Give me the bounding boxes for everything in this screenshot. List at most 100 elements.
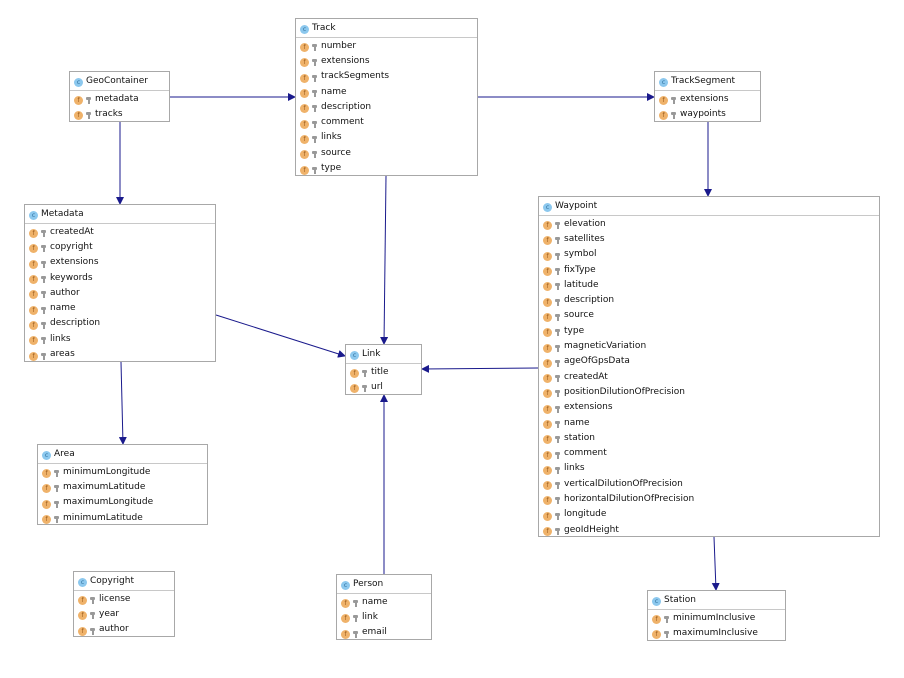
field-row[interactable]: f horizontalDilutionOfPrecision	[539, 491, 879, 506]
field-row[interactable]: f maximumInclusive	[648, 625, 785, 640]
field-row[interactable]: f links	[25, 331, 215, 346]
field-name: minimumInclusive	[673, 612, 756, 623]
field-icon: f	[300, 43, 309, 53]
field-row[interactable]: f author	[25, 285, 215, 300]
field-row[interactable]: f year	[74, 606, 174, 621]
field-row[interactable]: f waypoints	[655, 106, 760, 121]
class-person[interactable]: c Person f name f link f email	[336, 574, 432, 640]
field-row[interactable]: f title	[346, 364, 421, 379]
class-waypoint[interactable]: c Waypoint f elevation f satellites f symbol f fi…	[538, 196, 880, 537]
class-name: Metadata	[41, 209, 84, 219]
field-row[interactable]: f name	[539, 415, 879, 430]
field-row[interactable]: f name	[25, 300, 215, 315]
field-row[interactable]: f source	[296, 145, 477, 160]
field-row[interactable]: f symbol	[539, 247, 879, 262]
key-icon	[555, 375, 560, 383]
field-row[interactable]: f createdAt	[25, 224, 215, 239]
field-name: geoIdHeight	[564, 524, 619, 535]
field-icon: f	[341, 629, 350, 639]
field-name: links	[564, 463, 585, 474]
class-copyright[interactable]: c Copyright f license f year f author	[73, 571, 175, 637]
key-icon	[555, 405, 560, 413]
field-row[interactable]: f trackSegments	[296, 69, 477, 84]
class-metadata[interactable]: c Metadata f createdAt f copyright f extensions…	[24, 204, 216, 362]
field-row[interactable]: f minimumLatitude	[38, 510, 207, 525]
field-row[interactable]: f comment	[296, 114, 477, 129]
field-row[interactable]: f createdAt	[539, 369, 879, 384]
class-header: c Link	[346, 345, 421, 364]
field-name: minimumLongitude	[63, 466, 151, 477]
class-geocontainer[interactable]: c GeoContainer f metadata f tracks	[69, 71, 170, 122]
class-header: c Waypoint	[539, 197, 879, 216]
field-row[interactable]: f elevation	[539, 216, 879, 231]
field-row[interactable]: f magneticVariation	[539, 338, 879, 353]
field-row[interactable]: f type	[539, 323, 879, 338]
field-icon: f	[543, 450, 552, 460]
field-name: comment	[564, 448, 607, 459]
field-row[interactable]: f links	[539, 461, 879, 476]
field-row[interactable]: f description	[296, 99, 477, 114]
field-row[interactable]: f geoIdHeight	[539, 522, 879, 537]
field-row[interactable]: f extensions	[539, 400, 879, 415]
field-row[interactable]: f station	[539, 430, 879, 445]
field-name: name	[50, 303, 76, 314]
field-name: year	[99, 608, 120, 619]
field-row[interactable]: f comment	[539, 445, 879, 460]
field-row[interactable]: f verticalDilutionOfPrecision	[539, 476, 879, 491]
field-row[interactable]: f link	[337, 609, 431, 624]
field-row[interactable]: f email	[337, 625, 431, 640]
field-row[interactable]: f name	[337, 594, 431, 609]
field-row[interactable]: f positionDilutionOfPrecision	[539, 384, 879, 399]
field-row[interactable]: f maximumLatitude	[38, 479, 207, 494]
field-row[interactable]: f author	[74, 622, 174, 637]
field-row[interactable]: f extensions	[25, 255, 215, 270]
field-row[interactable]: f areas	[25, 346, 215, 361]
field-row[interactable]: f type	[296, 160, 477, 175]
key-icon	[41, 260, 46, 268]
field-row[interactable]: f extensions	[655, 91, 760, 106]
field-row[interactable]: f url	[346, 379, 421, 394]
class-track[interactable]: c Track f number f extensions f trackSegments f n…	[295, 18, 478, 176]
field-row[interactable]: f name	[296, 84, 477, 99]
class-name: Person	[353, 579, 384, 589]
field-row[interactable]: f fixType	[539, 262, 879, 277]
class-area[interactable]: c Area f minimumLongitude f maximumLatitude f m…	[37, 444, 208, 525]
class-station[interactable]: c Station f minimumInclusive f maximumInclusi…	[647, 590, 786, 641]
field-row[interactable]: f extensions	[296, 53, 477, 68]
class-header: c GeoContainer	[70, 72, 169, 91]
field-icon: f	[78, 596, 87, 606]
field-row[interactable]: f latitude	[539, 277, 879, 292]
field-row[interactable]: f description	[25, 316, 215, 331]
key-icon	[312, 120, 317, 128]
field-row[interactable]: f ageOfGpsData	[539, 354, 879, 369]
key-icon	[555, 390, 560, 398]
field-name: longitude	[564, 509, 607, 520]
field-name: maximumInclusive	[673, 627, 758, 638]
field-row[interactable]: f license	[74, 591, 174, 606]
field-row[interactable]: f number	[296, 38, 477, 53]
field-name: name	[564, 417, 590, 428]
field-row[interactable]: f tracks	[70, 106, 169, 121]
field-row[interactable]: f description	[539, 292, 879, 307]
field-name: horizontalDilutionOfPrecision	[564, 493, 695, 504]
class-tracksegment[interactable]: c TrackSegment f extensions f waypoints	[654, 71, 761, 122]
field-row[interactable]: f maximumLongitude	[38, 495, 207, 510]
key-icon	[41, 245, 46, 253]
field-row[interactable]: f copyright	[25, 239, 215, 254]
field-row[interactable]: f satellites	[539, 231, 879, 246]
class-name: TrackSegment	[671, 76, 736, 86]
field-name: copyright	[50, 241, 93, 252]
field-name: email	[362, 627, 387, 638]
field-row[interactable]: f longitude	[539, 507, 879, 522]
field-row[interactable]: f metadata	[70, 91, 169, 106]
field-row[interactable]: f minimumInclusive	[648, 610, 785, 625]
class-name: Station	[664, 595, 696, 605]
field-row[interactable]: f keywords	[25, 270, 215, 285]
field-row[interactable]: f source	[539, 308, 879, 323]
class-link[interactable]: c Link f title f url	[345, 344, 422, 395]
field-name: license	[99, 593, 131, 604]
field-row[interactable]: f links	[296, 130, 477, 145]
field-name: name	[362, 596, 388, 607]
field-row[interactable]: f minimumLongitude	[38, 464, 207, 479]
key-icon	[555, 344, 560, 352]
